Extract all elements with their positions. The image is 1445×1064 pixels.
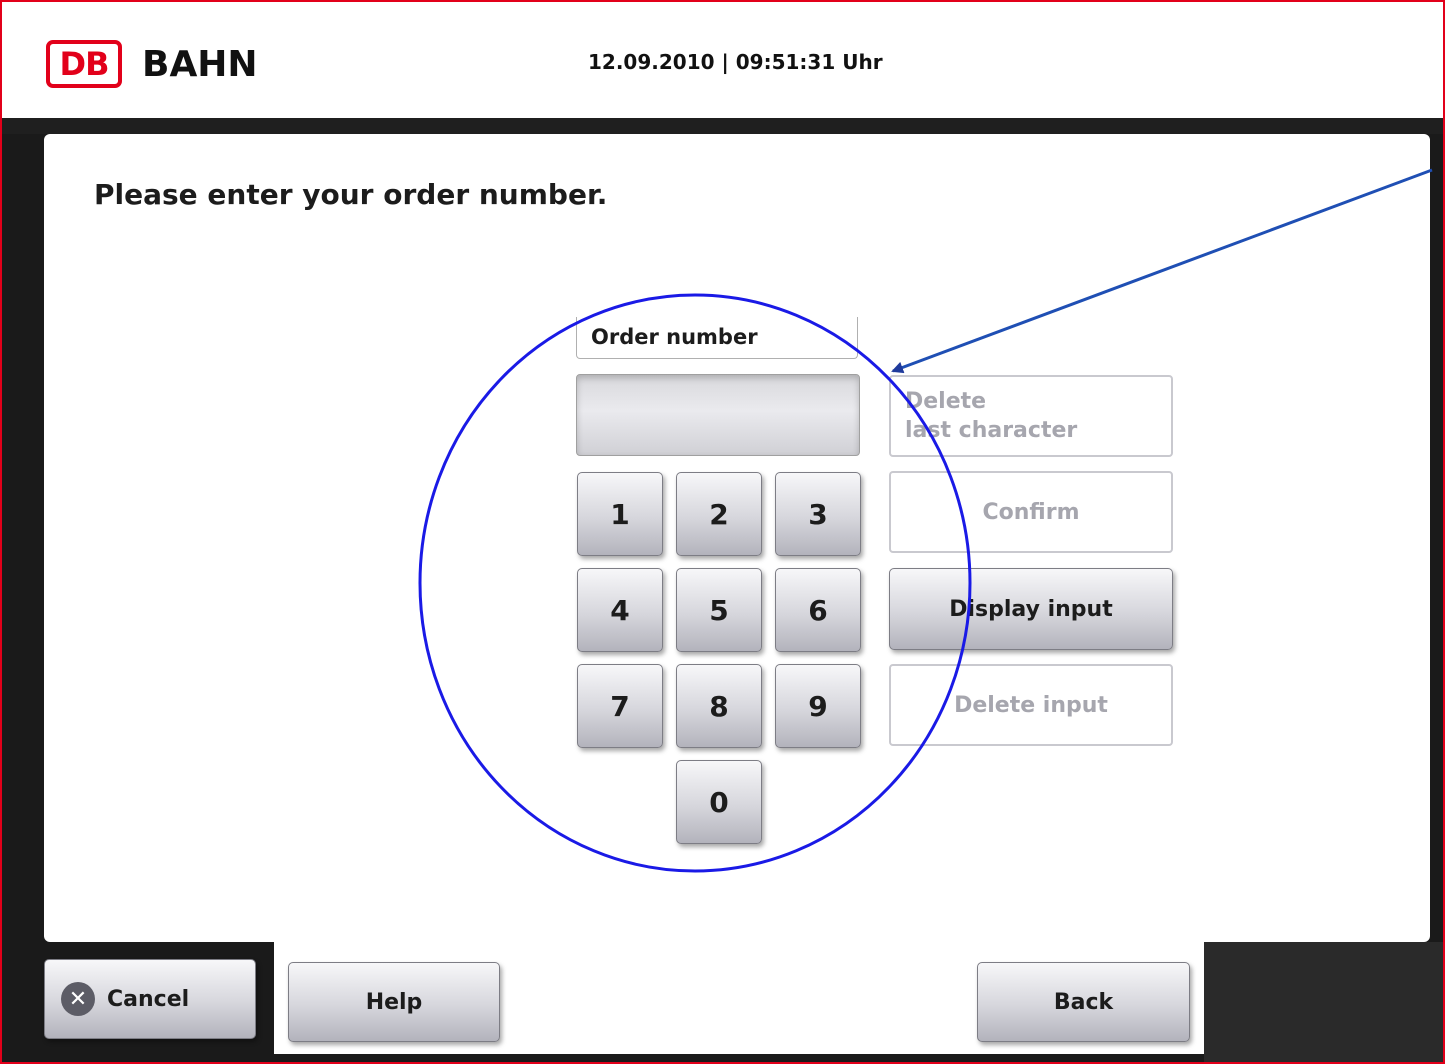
keypad-2-button[interactable]: 2 bbox=[676, 472, 762, 556]
db-logo-mark: DB bbox=[46, 40, 122, 88]
db-logo-text: BAHN bbox=[142, 43, 258, 85]
keypad-0-button[interactable]: 0 bbox=[676, 760, 762, 844]
header-bar: DB BAHN 12.09.2010 | 09:51:31 Uhr bbox=[2, 2, 1443, 118]
keypad-9-button[interactable]: 9 bbox=[775, 664, 861, 748]
cancel-button[interactable]: ✕ Cancel bbox=[44, 959, 256, 1039]
db-logo: DB BAHN bbox=[46, 38, 258, 90]
order-number-label: Order number bbox=[576, 317, 858, 359]
delete-last-character-line2: last character bbox=[905, 418, 1078, 443]
keypad-7-button[interactable]: 7 bbox=[577, 664, 663, 748]
help-button[interactable]: Help bbox=[288, 962, 500, 1042]
order-number-input[interactable] bbox=[576, 374, 860, 456]
datetime: 12.09.2010 | 09:51:31 Uhr bbox=[588, 50, 883, 74]
keypad-3-button[interactable]: 3 bbox=[775, 472, 861, 556]
main-panel: Please enter your order number. Order nu… bbox=[44, 134, 1430, 942]
keypad-1-button[interactable]: 1 bbox=[577, 472, 663, 556]
footer-right-area bbox=[1204, 942, 1443, 1062]
confirm-button[interactable]: Confirm bbox=[889, 471, 1173, 553]
delete-last-character-button[interactable]: Delete last character bbox=[889, 375, 1173, 457]
keypad-5-button[interactable]: 5 bbox=[676, 568, 762, 652]
close-circle-icon: ✕ bbox=[61, 982, 95, 1016]
delete-last-character-line1: Delete bbox=[905, 389, 987, 414]
back-button[interactable]: Back bbox=[977, 962, 1190, 1042]
header-divider bbox=[2, 118, 1443, 134]
cancel-label: Cancel bbox=[107, 986, 190, 1012]
delete-input-button[interactable]: Delete input bbox=[889, 664, 1173, 746]
display-input-button[interactable]: Display input bbox=[889, 568, 1173, 650]
page-title: Please enter your order number. bbox=[94, 178, 608, 211]
keypad-6-button[interactable]: 6 bbox=[775, 568, 861, 652]
keypad-4-button[interactable]: 4 bbox=[577, 568, 663, 652]
keypad-8-button[interactable]: 8 bbox=[676, 664, 762, 748]
delete-last-character-label: Delete last character bbox=[905, 387, 1077, 445]
